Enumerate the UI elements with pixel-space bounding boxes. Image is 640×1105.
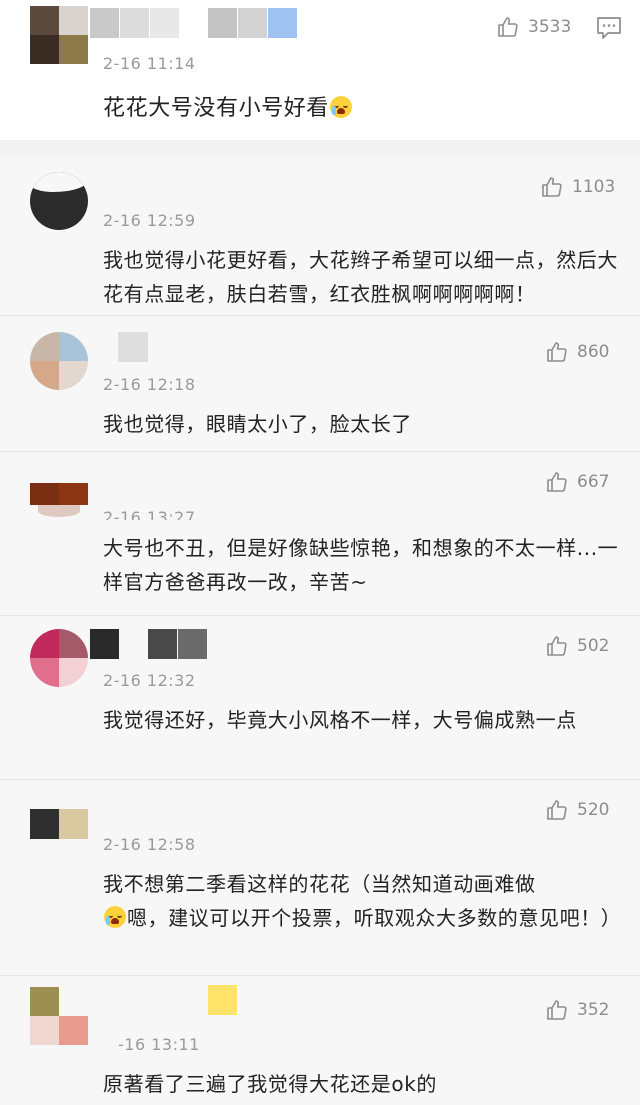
reply-list: 1103 2-16 12:59 我也觉得小花更好看，大花辫子希望可以细一点，然后… <box>0 157 640 1105</box>
comment-icon[interactable] <box>596 16 622 40</box>
like-button[interactable]: 667 <box>545 467 609 497</box>
divider <box>0 615 640 616</box>
thumbs-up-icon <box>547 800 567 820</box>
like-button[interactable]: 502 <box>545 631 609 661</box>
username[interactable] <box>90 332 150 364</box>
comment-text: 我觉得还好，毕竟大小风格不一样，大号偏成熟一点 <box>103 708 577 732</box>
like-button[interactable]: 352 <box>545 995 609 1025</box>
like-count: 860 <box>577 342 610 362</box>
crying-face-emoji <box>104 906 126 928</box>
like-count: 667 <box>577 472 610 492</box>
avatar[interactable] <box>30 332 88 390</box>
username[interactable] <box>90 985 240 1017</box>
divider <box>0 451 640 452</box>
avatar[interactable] <box>30 6 88 64</box>
username[interactable] <box>90 8 310 40</box>
crying-face-emoji <box>330 96 353 118</box>
comment-time: 2-16 13:27 <box>103 508 196 520</box>
comment-text: 我不想第二季看这样的花花（当然知道动画难做 嗯，建议可以开个投票，听取观众大多数的… <box>103 872 622 930</box>
avatar[interactable] <box>30 987 88 1045</box>
divider <box>0 779 640 780</box>
comment-time: 2-16 12:58 <box>103 835 196 854</box>
thumbs-up-icon <box>547 1000 567 1020</box>
comment-time: 2-16 12:59 <box>103 211 196 230</box>
comment-text: 花花大号没有小号好看 <box>103 92 623 126</box>
thumbs-up-icon <box>498 17 518 37</box>
like-button[interactable]: 1103 <box>540 172 615 202</box>
like-count: 3533 <box>528 17 572 37</box>
comment-time: 2-16 11:14 <box>103 54 196 73</box>
like-button[interactable]: 3533 <box>496 12 571 42</box>
thumbs-up-icon <box>547 342 567 362</box>
comment-time: -16 13:11 <box>118 1035 200 1054</box>
like-count: 352 <box>577 1000 610 1020</box>
avatar[interactable] <box>30 172 88 230</box>
comment-time: 2-16 12:18 <box>103 375 196 394</box>
divider <box>0 315 640 316</box>
divider <box>0 975 640 976</box>
avatar[interactable] <box>30 629 88 687</box>
like-button[interactable]: 860 <box>545 337 609 367</box>
avatar[interactable] <box>30 809 88 839</box>
comment-time: 2-16 12:32 <box>103 671 196 690</box>
comment-text: 我也觉得小花更好看，大花辫子希望可以细一点，然后大花有点显老，肤白若雪，红衣胜枫… <box>103 248 618 306</box>
comment-text: 原著看了三遍了我觉得大花还是ok的 <box>103 1072 438 1096</box>
username[interactable] <box>90 629 220 661</box>
avatar[interactable] <box>30 483 88 519</box>
comment-text: 我也觉得，眼睛太小了，脸太长了 <box>103 412 412 436</box>
like-count: 502 <box>577 636 610 656</box>
like-button[interactable]: 520 <box>545 795 609 825</box>
thumbs-up-icon <box>542 177 562 197</box>
thumbs-up-icon <box>547 472 567 492</box>
thumbs-up-icon <box>547 636 567 656</box>
like-count: 520 <box>577 800 610 820</box>
parent-comment: 2-16 11:14 3533 花花大号没有小号好看 <box>0 0 640 140</box>
like-count: 1103 <box>572 177 616 197</box>
comment-text: 大号也不丑，但是好像缺些惊艳，和想象的不太一样...一样官方爸爸再改一改，辛苦~ <box>103 536 619 594</box>
